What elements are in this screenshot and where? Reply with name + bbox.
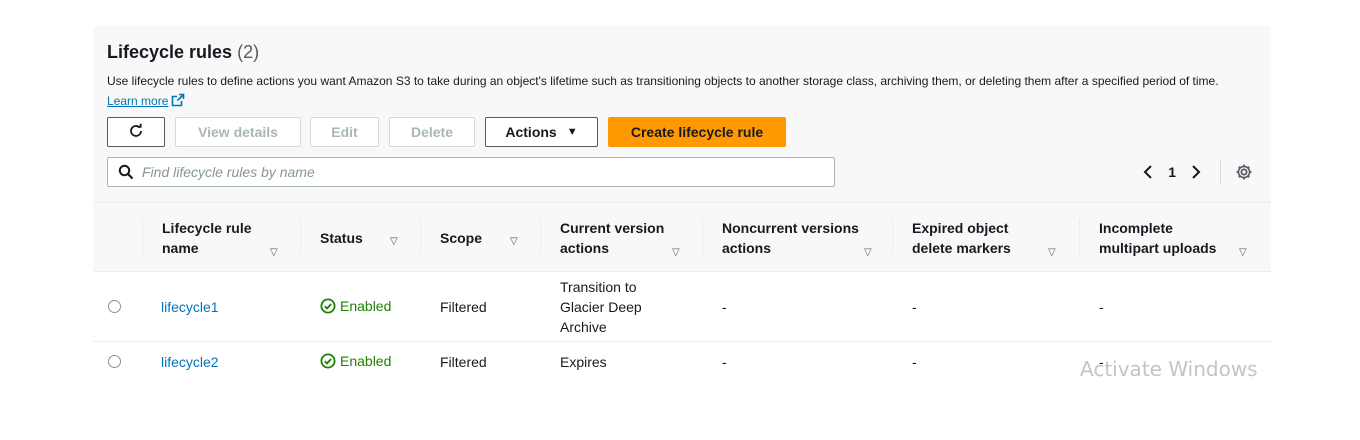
actions-dropdown[interactable]: Actions ▼ bbox=[485, 117, 598, 147]
column-divider bbox=[142, 219, 143, 255]
chevron-left-icon[interactable] bbox=[1142, 164, 1154, 180]
pagination: 1 bbox=[1142, 160, 1253, 184]
sort-icon[interactable]: ▽ bbox=[1048, 243, 1056, 263]
table-row[interactable]: lifecycle1 Enabled Filtered Transition t… bbox=[93, 272, 1271, 342]
column-label: Status bbox=[320, 230, 363, 246]
status-text: Enabled bbox=[340, 353, 392, 369]
pagination-divider bbox=[1220, 160, 1221, 184]
column-label: Scope bbox=[440, 230, 483, 246]
column-header-status[interactable]: Status ▽ bbox=[300, 203, 420, 273]
page-number[interactable]: 1 bbox=[1168, 164, 1176, 180]
status-badge: Enabled bbox=[320, 351, 391, 371]
title-text: Lifecycle rules bbox=[107, 42, 233, 62]
page-title: Lifecycle rules (2) bbox=[107, 42, 1241, 63]
column-divider bbox=[540, 219, 541, 255]
search-icon bbox=[118, 164, 134, 180]
expired-markers-cell: - bbox=[912, 354, 917, 370]
column-divider bbox=[420, 219, 421, 255]
rule-name-link[interactable]: lifecycle1 bbox=[161, 297, 219, 317]
row-select-radio[interactable] bbox=[108, 355, 121, 368]
column-label: Noncurrent versions actions bbox=[722, 220, 859, 256]
check-circle-icon bbox=[320, 353, 336, 369]
row-select-radio[interactable] bbox=[108, 300, 121, 313]
noncurrent-versions-cell: - bbox=[722, 299, 727, 315]
column-header-expired-object-delete-markers[interactable]: Expired object delete markers ▽ bbox=[892, 203, 1079, 273]
search-input[interactable]: Find lifecycle rules by name bbox=[142, 164, 315, 180]
column-divider bbox=[300, 219, 301, 255]
edit-button[interactable]: Edit bbox=[310, 117, 379, 147]
scope-cell: Filtered bbox=[440, 354, 487, 370]
create-lifecycle-rule-button[interactable]: Create lifecycle rule bbox=[608, 117, 786, 147]
column-label: Current version actions bbox=[560, 220, 665, 256]
column-label: Expired object delete markers bbox=[912, 220, 1011, 256]
sort-icon[interactable]: ▽ bbox=[864, 243, 872, 263]
rule-count: (2) bbox=[237, 42, 260, 62]
learn-more-link[interactable]: Learn more bbox=[107, 94, 168, 108]
column-divider bbox=[702, 219, 703, 255]
sort-icon[interactable]: ▽ bbox=[1239, 243, 1247, 263]
column-header-scope[interactable]: Scope ▽ bbox=[420, 203, 540, 273]
view-details-button[interactable]: View details bbox=[175, 117, 301, 147]
status-badge: Enabled bbox=[320, 296, 391, 316]
sort-icon[interactable]: ▽ bbox=[672, 243, 680, 263]
table-header: Lifecycle rule name ▽ Status ▽ Scope ▽ C… bbox=[93, 202, 1271, 272]
search-field[interactable]: Find lifecycle rules by name bbox=[107, 157, 835, 187]
activate-windows-watermark: Activate Windows bbox=[1080, 357, 1258, 381]
check-circle-icon bbox=[320, 298, 336, 314]
column-divider bbox=[892, 219, 893, 255]
description: Use lifecycle rules to define actions yo… bbox=[107, 71, 1237, 113]
scope-cell: Filtered bbox=[440, 299, 487, 315]
column-divider bbox=[1079, 219, 1080, 255]
sort-icon[interactable]: ▽ bbox=[270, 243, 278, 263]
status-text: Enabled bbox=[340, 298, 392, 314]
delete-button[interactable]: Delete bbox=[389, 117, 475, 147]
panel-header: Lifecycle rules (2) Use lifecycle rules … bbox=[107, 42, 1241, 113]
column-header-noncurrent-versions-actions[interactable]: Noncurrent versions actions ▽ bbox=[702, 203, 892, 273]
current-version-actions-cell: Transition to Glacier Deep Archive bbox=[560, 279, 642, 335]
lifecycle-rules-table: Lifecycle rule name ▽ Status ▽ Scope ▽ C… bbox=[93, 202, 1271, 382]
actions-label: Actions bbox=[505, 124, 557, 140]
column-header-incomplete-multipart-uploads[interactable]: Incomplete multipart uploads ▽ bbox=[1079, 203, 1271, 273]
sort-icon[interactable]: ▽ bbox=[510, 232, 518, 252]
chevron-right-icon[interactable] bbox=[1190, 164, 1202, 180]
settings-gear-icon[interactable] bbox=[1235, 163, 1253, 181]
refresh-icon bbox=[128, 123, 144, 142]
external-link-icon[interactable] bbox=[171, 93, 185, 113]
noncurrent-versions-cell: - bbox=[722, 354, 727, 370]
current-version-actions-cell: Expires bbox=[560, 354, 607, 370]
column-header-name[interactable]: Lifecycle rule name ▽ bbox=[142, 203, 300, 273]
description-text: Use lifecycle rules to define actions yo… bbox=[107, 74, 1219, 88]
sort-icon[interactable]: ▽ bbox=[390, 232, 398, 252]
incomplete-uploads-cell: - bbox=[1099, 299, 1104, 315]
expired-markers-cell: - bbox=[912, 299, 917, 315]
refresh-button[interactable] bbox=[107, 117, 165, 147]
column-label: Lifecycle rule name bbox=[162, 220, 252, 256]
rule-name-link[interactable]: lifecycle2 bbox=[161, 352, 219, 372]
column-header-current-version-actions[interactable]: Current version actions ▽ bbox=[540, 203, 702, 273]
column-label: Incomplete multipart uploads bbox=[1099, 220, 1217, 256]
lifecycle-rules-panel: Lifecycle rules (2) Use lifecycle rules … bbox=[93, 26, 1271, 382]
caret-down-icon: ▼ bbox=[566, 126, 578, 138]
